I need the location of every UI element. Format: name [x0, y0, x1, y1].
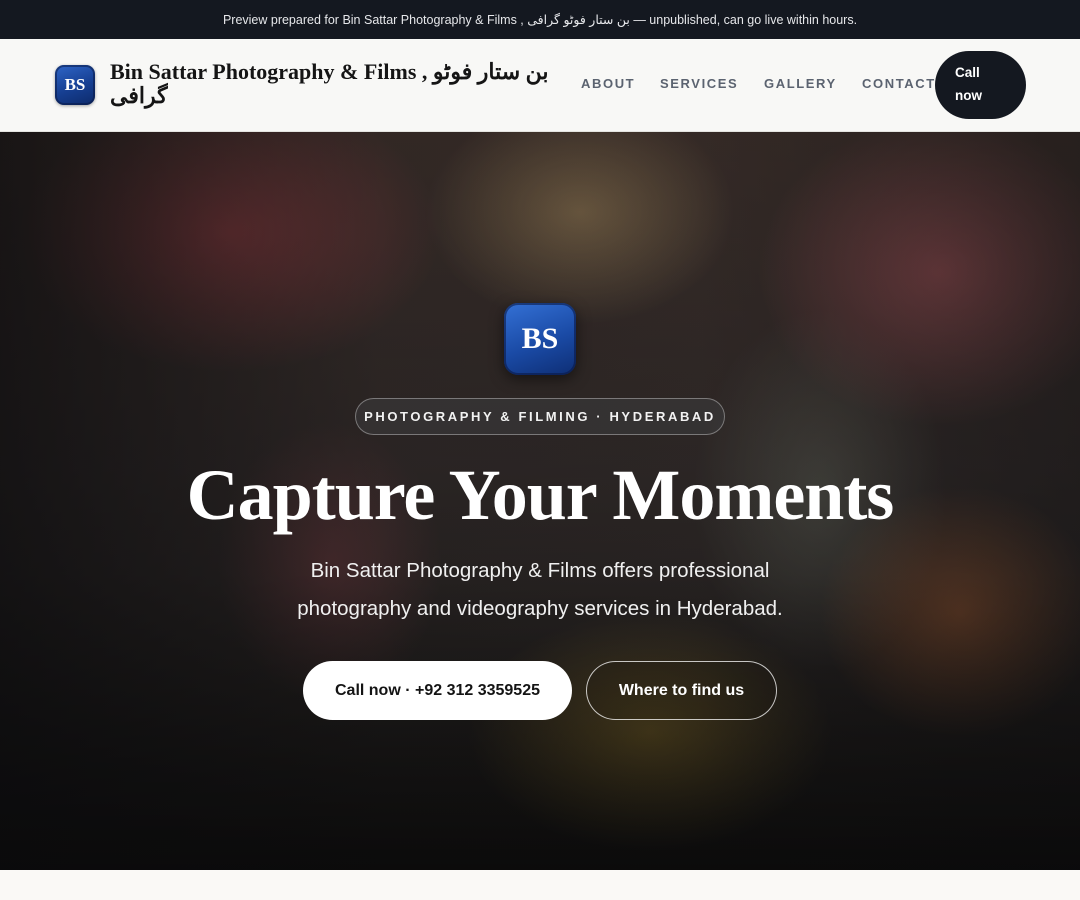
preview-banner-text: Preview prepared for Bin Sattar Photogra…: [222, 13, 858, 27]
preview-banner: Preview prepared for Bin Sattar Photogra…: [0, 0, 1080, 39]
hero-section: BS PHOTOGRAPHY & FILMING · HYDERABAD Cap…: [0, 132, 1080, 870]
where-to-find-us-button[interactable]: Where to find us: [586, 661, 777, 720]
hero-subtitle: Bin Sattar Photography & Films offers pr…: [297, 559, 783, 620]
site-header: BS Bin Sattar Photography & Films , بن س…: [0, 39, 1080, 132]
nav-contact[interactable]: CONTACT: [862, 76, 936, 91]
hero-title: Capture Your Moments: [186, 455, 895, 535]
call-now-button[interactable]: Call now · +92 312 3359525: [303, 661, 572, 720]
hero-logo: BS: [504, 303, 576, 375]
hero-logo-initials: BS: [521, 322, 559, 355]
next-section-edge: [0, 870, 1080, 900]
hero-tagline-text: PHOTOGRAPHY & FILMING · HYDERABAD: [364, 409, 716, 424]
hero-tagline-badge: PHOTOGRAPHY & FILMING · HYDERABAD: [355, 398, 725, 435]
nav-about[interactable]: ABOUT: [581, 76, 635, 91]
brand-logo-initials: BS: [64, 75, 86, 94]
header-call-button[interactable]: Call now: [935, 51, 1026, 119]
nav-gallery[interactable]: GALLERY: [764, 76, 837, 91]
nav-services[interactable]: SERVICES: [660, 76, 738, 91]
brand-logo[interactable]: BS: [55, 65, 95, 105]
brand-name[interactable]: Bin Sattar Photography & Films , بن ستار…: [110, 60, 570, 108]
